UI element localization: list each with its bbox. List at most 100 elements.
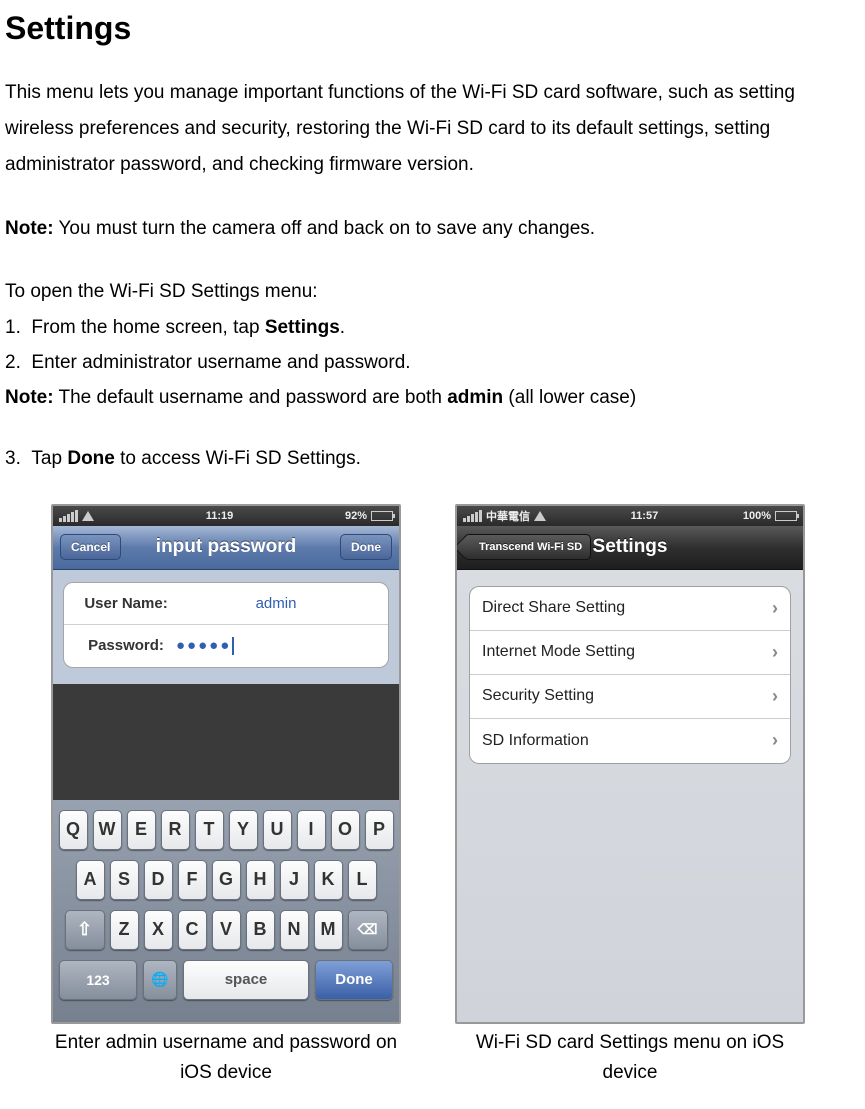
kb-row-3: ⇧ ZXCVBNM ⌫	[57, 910, 395, 950]
key-i[interactable]: I	[297, 810, 326, 850]
chevron-right-icon: ›	[772, 686, 778, 707]
note-text: You must turn the camera off and back on…	[54, 218, 596, 239]
note-text-a: The default username and password are bo…	[54, 387, 448, 408]
nav-bar: Cancel input password Done	[53, 526, 399, 570]
signal-icon	[59, 510, 78, 522]
key-x[interactable]: X	[144, 910, 173, 950]
wifi-icon	[82, 511, 94, 521]
figure-left: 11:19 92% Cancel input password Done Use…	[51, 504, 401, 1089]
step-text: From the home screen, tap	[31, 317, 264, 338]
username-label: User Name:	[76, 595, 176, 612]
status-time: 11:57	[631, 510, 659, 522]
backspace-key[interactable]: ⌫	[348, 910, 388, 950]
key-u[interactable]: U	[263, 810, 292, 850]
steps-intro: To open the Wi-Fi SD Settings menu:	[5, 275, 860, 308]
status-bar: 11:19 92%	[53, 506, 399, 526]
status-carrier: 中華電信	[486, 508, 530, 524]
steps-list-2: 3. Tap Done to access Wi-Fi SD Settings.	[5, 442, 860, 475]
key-f[interactable]: F	[178, 860, 207, 900]
status-battery-text: 100%	[743, 510, 771, 522]
password-label: Password:	[76, 637, 176, 654]
back-button[interactable]: Transcend Wi-Fi SD	[464, 534, 591, 560]
settings-row-label: Security Setting	[482, 687, 594, 705]
step-1: 1. From the home screen, tap Settings.	[5, 311, 860, 344]
nav-bar: Transcend Wi-Fi SD Settings	[457, 526, 803, 570]
done-button[interactable]: Done	[340, 534, 392, 560]
shift-key[interactable]: ⇧	[65, 910, 105, 950]
username-row[interactable]: User Name: admin	[64, 583, 388, 625]
note-prefix: Note:	[5, 387, 54, 408]
numeric-key[interactable]: 123	[59, 960, 137, 1000]
settings-row[interactable]: Direct Share Setting›	[470, 587, 790, 631]
status-bar: 中華電信 11:57 100%	[457, 506, 803, 526]
step-text-a: Tap	[31, 448, 67, 469]
settings-row[interactable]: Internet Mode Setting ›	[470, 631, 790, 675]
step-bold: Settings	[265, 317, 340, 338]
status-time: 11:19	[206, 510, 234, 522]
key-a[interactable]: A	[76, 860, 105, 900]
note-text-b: (all lower case)	[503, 387, 636, 408]
cancel-button[interactable]: Cancel	[60, 534, 121, 560]
chevron-right-icon: ›	[772, 598, 778, 619]
key-q[interactable]: Q	[59, 810, 88, 850]
key-b[interactable]: B	[246, 910, 275, 950]
text-cursor	[232, 637, 234, 655]
figures-row: 11:19 92% Cancel input password Done Use…	[5, 504, 860, 1089]
note-bold: admin	[447, 387, 503, 408]
key-s[interactable]: S	[110, 860, 139, 900]
step-num: 1.	[5, 317, 21, 338]
key-c[interactable]: C	[178, 910, 207, 950]
key-z[interactable]: Z	[110, 910, 139, 950]
battery-icon	[371, 511, 393, 521]
note-prefix: Note:	[5, 218, 54, 239]
key-t[interactable]: T	[195, 810, 224, 850]
key-r[interactable]: R	[161, 810, 190, 850]
kb-row-2: ASDFGHJKL	[57, 860, 395, 900]
settings-row[interactable]: Security Setting ›	[470, 675, 790, 719]
settings-group: Direct Share Setting›Internet Mode Setti…	[469, 586, 791, 764]
key-g[interactable]: G	[212, 860, 241, 900]
phone-input-password: 11:19 92% Cancel input password Done Use…	[51, 504, 401, 1024]
step-3: 3. Tap Done to access Wi-Fi SD Settings.	[5, 442, 860, 475]
step-num: 2.	[5, 352, 21, 373]
settings-row[interactable]: SD Information ›	[470, 719, 790, 763]
kb-row-4: 123 🌐 space Done	[57, 960, 395, 1000]
key-e[interactable]: E	[127, 810, 156, 850]
password-row[interactable]: Password: ●●●●●	[64, 625, 388, 667]
key-k[interactable]: K	[314, 860, 343, 900]
globe-key[interactable]: 🌐	[143, 960, 177, 1000]
key-h[interactable]: H	[246, 860, 275, 900]
step-text-b: to access Wi-Fi SD Settings.	[115, 448, 361, 469]
settings-row-label: SD Information	[482, 732, 589, 750]
step-text: Enter administrator username and passwor…	[31, 352, 410, 373]
keyboard: QWERTYUIOP ASDFGHJKL ⇧ ZXCVBNM ⌫ 123 🌐 s…	[53, 800, 399, 1022]
key-o[interactable]: O	[331, 810, 360, 850]
key-l[interactable]: L	[348, 860, 377, 900]
password-field[interactable]: ●●●●●	[176, 637, 234, 655]
figure-right: 中華電信 11:57 100% Transcend Wi-Fi SD Setti…	[455, 504, 805, 1089]
chevron-right-icon: ›	[772, 730, 778, 751]
note-1: Note: You must turn the camera off and b…	[5, 211, 860, 247]
step-bold: Done	[67, 448, 115, 469]
key-d[interactable]: D	[144, 860, 173, 900]
phone-settings-menu: 中華電信 11:57 100% Transcend Wi-Fi SD Setti…	[455, 504, 805, 1024]
key-y[interactable]: Y	[229, 810, 258, 850]
keyboard-done-key[interactable]: Done	[315, 960, 393, 1000]
key-p[interactable]: P	[365, 810, 394, 850]
key-j[interactable]: J	[280, 860, 309, 900]
key-m[interactable]: M	[314, 910, 343, 950]
step-2: 2. Enter administrator username and pass…	[5, 346, 860, 379]
settings-row-label: Internet Mode Setting	[482, 643, 635, 661]
key-w[interactable]: W	[93, 810, 122, 850]
space-key[interactable]: space	[183, 960, 309, 1000]
key-n[interactable]: N	[280, 910, 309, 950]
kb-row-1: QWERTYUIOP	[57, 810, 395, 850]
chevron-right-icon: ›	[772, 642, 778, 663]
caption-right: Wi-Fi SD card Settings menu on iOS devic…	[455, 1028, 805, 1089]
status-battery-text: 92%	[345, 510, 367, 522]
username-field[interactable]: admin	[176, 595, 376, 612]
key-v[interactable]: V	[212, 910, 241, 950]
step-num: 3.	[5, 448, 21, 469]
login-form: User Name: admin Password: ●●●●●	[53, 570, 399, 684]
caption-left: Enter admin username and password on iOS…	[51, 1028, 401, 1089]
